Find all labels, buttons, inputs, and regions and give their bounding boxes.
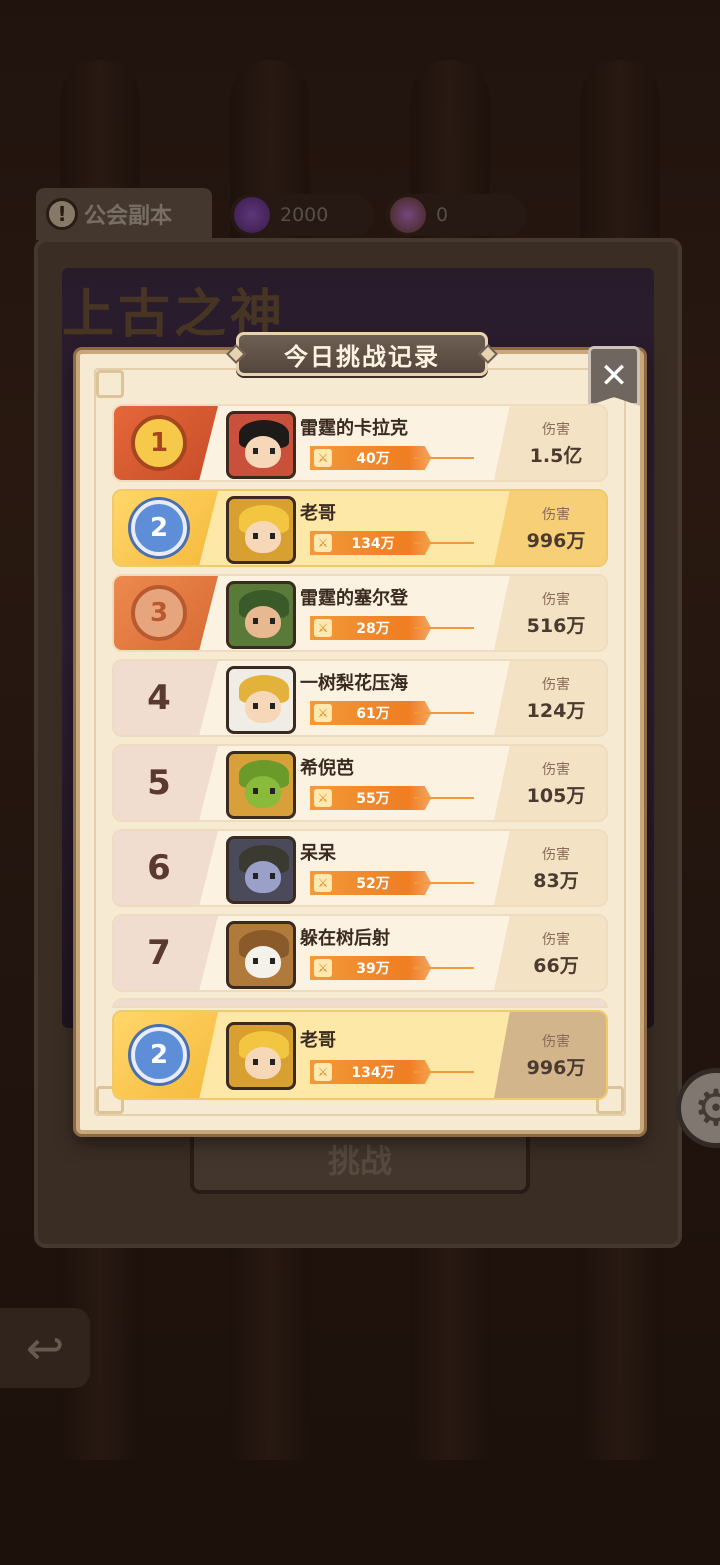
- rank-cell: 6: [114, 831, 218, 905]
- ranking-row[interactable]: 2 老哥 ⚔ 134万 伤害 996万: [112, 489, 608, 567]
- damage-value: 996万: [526, 529, 586, 552]
- player-name: 希倪芭: [300, 758, 354, 779]
- damage-value: 105万: [526, 784, 586, 807]
- damage-value: 83万: [533, 869, 579, 892]
- rank-number: 5: [147, 763, 171, 803]
- power-value: 39万: [356, 961, 390, 977]
- damage-value: 1.5亿: [529, 444, 583, 467]
- ranking-row[interactable]: 5 希倪芭 ⚔ 55万 伤害 105万: [112, 744, 608, 822]
- power-value: 55万: [356, 791, 390, 807]
- rank-cell: 1: [114, 406, 218, 480]
- player-name: 老哥: [300, 1030, 336, 1051]
- power-value: 28万: [356, 621, 390, 637]
- damage-value: 66万: [533, 954, 579, 977]
- gold-crown-medal-icon: 1: [131, 415, 187, 471]
- damage-cell: 伤害 516万: [494, 576, 606, 650]
- player-name: 雷霆的卡拉克: [300, 418, 408, 439]
- damage-cell: 伤害 996万: [494, 491, 606, 565]
- sword-icon: ⚔: [314, 789, 332, 807]
- corner-ornament: [96, 370, 124, 398]
- player-name: 一树梨花压海: [300, 673, 408, 694]
- my-ranking-row[interactable]: 2 老哥 ⚔ 134万 伤害 996万: [112, 1010, 608, 1100]
- dialog-title-plate: 今日挑战记录: [226, 332, 498, 376]
- rank-cell: 3: [114, 576, 218, 650]
- power-value: 61万: [356, 706, 390, 722]
- sword-icon: ⚔: [314, 1063, 332, 1081]
- player-avatar: [226, 836, 296, 904]
- power-value: 52万: [356, 876, 390, 892]
- player-avatar: [226, 666, 296, 734]
- damage-label: 伤害: [542, 591, 570, 608]
- rank-number: 6: [147, 848, 171, 888]
- ranking-row[interactable]: 6 呆呆 ⚔ 52万 伤害 83万: [112, 829, 608, 907]
- power-value: 134万: [351, 536, 395, 552]
- rank-cell: 7: [114, 916, 218, 990]
- player-name: 躲在树后射: [300, 928, 390, 949]
- silver-winged-medal-icon: 2: [131, 1027, 187, 1083]
- sword-icon: ⚔: [314, 959, 332, 977]
- rank-cell: 2: [114, 491, 218, 565]
- damage-label: 伤害: [542, 931, 570, 948]
- damage-value: 124万: [526, 699, 586, 722]
- player-name: 雷霆的塞尔登: [300, 588, 408, 609]
- dialog-title: 今日挑战记录: [284, 342, 440, 371]
- ranking-row[interactable]: 7 躲在树后射 ⚔ 39万 伤害 66万: [112, 914, 608, 992]
- sword-icon: ⚔: [314, 704, 332, 722]
- player-avatar: [226, 496, 296, 564]
- sword-icon: ⚔: [314, 534, 332, 552]
- damage-cell: 伤害 105万: [494, 746, 606, 820]
- player-avatar: [226, 581, 296, 649]
- damage-cell: 伤害 83万: [494, 831, 606, 905]
- sword-icon: ⚔: [314, 619, 332, 637]
- power-value: 134万: [351, 1065, 395, 1081]
- close-icon: ✕: [599, 356, 629, 396]
- close-button[interactable]: ✕: [588, 346, 640, 406]
- power-value: 40万: [356, 451, 390, 467]
- damage-label: 伤害: [542, 421, 570, 438]
- rank-number: 7: [147, 933, 171, 973]
- ranking-row[interactable]: 1 雷霆的卡拉克 ⚔ 40万 伤害 1.5亿: [112, 404, 608, 482]
- player-avatar: [226, 411, 296, 479]
- rank-cell: 4: [114, 661, 218, 735]
- list-scroll-edge: [112, 998, 608, 1008]
- sword-icon: ⚔: [314, 874, 332, 892]
- damage-label: 伤害: [542, 761, 570, 778]
- damage-cell: 伤害 1.5亿: [494, 406, 606, 480]
- player-avatar: [226, 751, 296, 819]
- bronze-shield-medal-icon: 3: [131, 585, 187, 641]
- ranking-row[interactable]: 4 一树梨花压海 ⚔ 61万 伤害 124万: [112, 659, 608, 737]
- damage-label: 伤害: [542, 506, 570, 523]
- silver-winged-medal-icon: 2: [131, 500, 187, 556]
- rank-cell: 2: [114, 1012, 218, 1098]
- rank-cell: 5: [114, 746, 218, 820]
- damage-cell: 伤害 996万: [494, 1012, 606, 1098]
- player-avatar: [226, 921, 296, 989]
- damage-label: 伤害: [542, 846, 570, 863]
- player-name: 呆呆: [300, 843, 336, 864]
- damage-cell: 伤害 66万: [494, 916, 606, 990]
- player-name: 老哥: [300, 503, 336, 524]
- sword-icon: ⚔: [314, 449, 332, 467]
- damage-value: 996万: [526, 1056, 586, 1079]
- damage-value: 516万: [526, 614, 586, 637]
- player-avatar: [226, 1022, 296, 1090]
- damage-label: 伤害: [542, 676, 570, 693]
- rank-number: 4: [147, 678, 171, 718]
- ranking-row[interactable]: 3 雷霆的塞尔登 ⚔ 28万 伤害 516万: [112, 574, 608, 652]
- damage-cell: 伤害 124万: [494, 661, 606, 735]
- damage-label: 伤害: [542, 1033, 570, 1050]
